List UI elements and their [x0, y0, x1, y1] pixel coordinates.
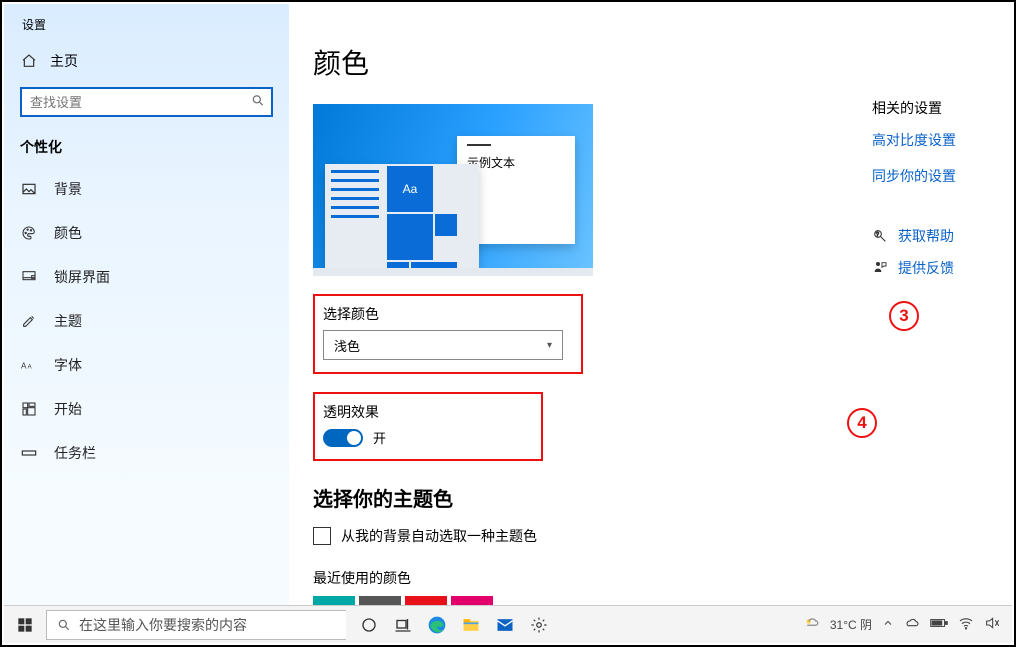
sidebar-item-label: 背景 — [54, 179, 82, 199]
sidebar-home[interactable]: 主页 — [4, 39, 289, 83]
start-tiles-icon — [20, 400, 38, 418]
svg-text:?: ? — [876, 232, 879, 238]
transparency-toggle[interactable] — [323, 429, 363, 447]
svg-text:A: A — [28, 364, 32, 370]
choose-color-label: 选择颜色 — [323, 304, 571, 324]
theme-preview: 示例文本 Aa — [313, 104, 593, 276]
tray-battery-icon[interactable] — [930, 617, 948, 632]
palette-icon — [20, 224, 38, 242]
tray-volume-icon[interactable] — [984, 615, 1000, 634]
monitor-lock-icon — [20, 268, 38, 286]
sidebar-item-colors[interactable]: 颜色 — [4, 211, 289, 255]
tray-chevron-icon[interactable] — [882, 617, 894, 632]
chevron-down-icon: ▾ — [547, 340, 552, 351]
annotation-number-4: 4 — [847, 408, 877, 438]
sidebar-item-start[interactable]: 开始 — [4, 387, 289, 431]
choose-color-value: 浅色 — [334, 336, 360, 355]
transparency-state: 开 — [373, 428, 386, 447]
search-icon — [251, 94, 265, 111]
auto-accent-row[interactable]: 从我的背景自动选取一种主题色 — [313, 526, 872, 546]
transparency-label: 透明效果 — [323, 402, 531, 422]
sidebar-item-label: 任务栏 — [54, 443, 96, 463]
home-icon — [20, 52, 38, 70]
picture-icon — [20, 180, 38, 198]
sidebar-item-label: 字体 — [54, 355, 82, 375]
sidebar-search[interactable] — [20, 87, 273, 117]
sidebar-item-taskbar[interactable]: 任务栏 — [4, 431, 289, 475]
link-high-contrast[interactable]: 高对比度设置 — [872, 130, 1002, 150]
weather-text: 31°C 阴 — [830, 616, 872, 633]
brush-icon — [20, 312, 38, 330]
taskbar-search-placeholder: 在这里输入你要搜索的内容 — [79, 615, 247, 635]
related-heading: 相关的设置 — [872, 98, 1002, 118]
windows-taskbar: 在这里输入你要搜索的内容 — [4, 605, 1012, 643]
auto-accent-checkbox[interactable] — [313, 527, 331, 545]
tray-onedrive-icon[interactable] — [904, 615, 920, 634]
taskbar-cortana-icon[interactable] — [352, 606, 386, 644]
preview-tile-aa: Aa — [387, 166, 433, 212]
auto-accent-label: 从我的背景自动选取一种主题色 — [341, 526, 537, 546]
start-button[interactable] — [4, 606, 46, 643]
search-input[interactable] — [20, 87, 273, 117]
system-tray[interactable]: 31°C 阴 — [802, 614, 1012, 635]
main-content: 颜色 示例文本 Aa — [289, 4, 1012, 605]
taskbar-mail-icon[interactable] — [488, 606, 522, 644]
get-help-label: 获取帮助 — [898, 226, 954, 246]
annotation-number-3: 3 — [889, 301, 919, 331]
give-feedback-label: 提供反馈 — [898, 258, 954, 278]
preview-start-menu: Aa — [325, 164, 479, 268]
sidebar-item-themes[interactable]: 主题 — [4, 299, 289, 343]
taskbar-explorer-icon[interactable] — [454, 606, 488, 644]
font-icon: AA — [20, 356, 38, 374]
taskbar-settings-icon[interactable] — [522, 606, 556, 644]
sidebar-item-label: 开始 — [54, 399, 82, 419]
annotation-box-3: 选择颜色 浅色 ▾ — [313, 294, 583, 374]
sidebar-item-background[interactable]: 背景 — [4, 167, 289, 211]
accent-heading: 选择你的主题色 — [313, 483, 872, 512]
taskbar-icon — [20, 444, 38, 462]
settings-sidebar: 设置 主页 个性化 背景 — [4, 4, 289, 605]
sidebar-item-label: 主题 — [54, 311, 82, 331]
link-sync-settings[interactable]: 同步你的设置 — [872, 166, 1002, 186]
sidebar-item-lockscreen[interactable]: 锁屏界面 — [4, 255, 289, 299]
recent-colors-label: 最近使用的颜色 — [313, 568, 872, 588]
sidebar-item-label: 颜色 — [54, 223, 82, 243]
annotation-box-4: 透明效果 开 — [313, 392, 543, 461]
window-title: 设置 — [4, 12, 289, 39]
taskbar-edge-icon[interactable] — [420, 606, 454, 644]
sidebar-section-label: 个性化 — [4, 131, 289, 167]
sidebar-item-label: 锁屏界面 — [54, 267, 110, 287]
weather-icon — [802, 614, 820, 635]
tray-wifi-icon[interactable] — [958, 615, 974, 634]
sidebar-item-fonts[interactable]: AA 字体 — [4, 343, 289, 387]
page-title: 颜色 — [313, 42, 872, 82]
sidebar-home-label: 主页 — [50, 51, 78, 71]
choose-color-select[interactable]: 浅色 ▾ — [323, 330, 563, 360]
svg-text:A: A — [21, 361, 27, 370]
taskbar-search[interactable]: 在这里输入你要搜索的内容 — [46, 610, 346, 640]
get-help-link[interactable]: ? 获取帮助 — [872, 226, 1002, 246]
taskbar-taskview-icon[interactable] — [386, 606, 420, 644]
give-feedback-link[interactable]: 提供反馈 — [872, 258, 1002, 278]
